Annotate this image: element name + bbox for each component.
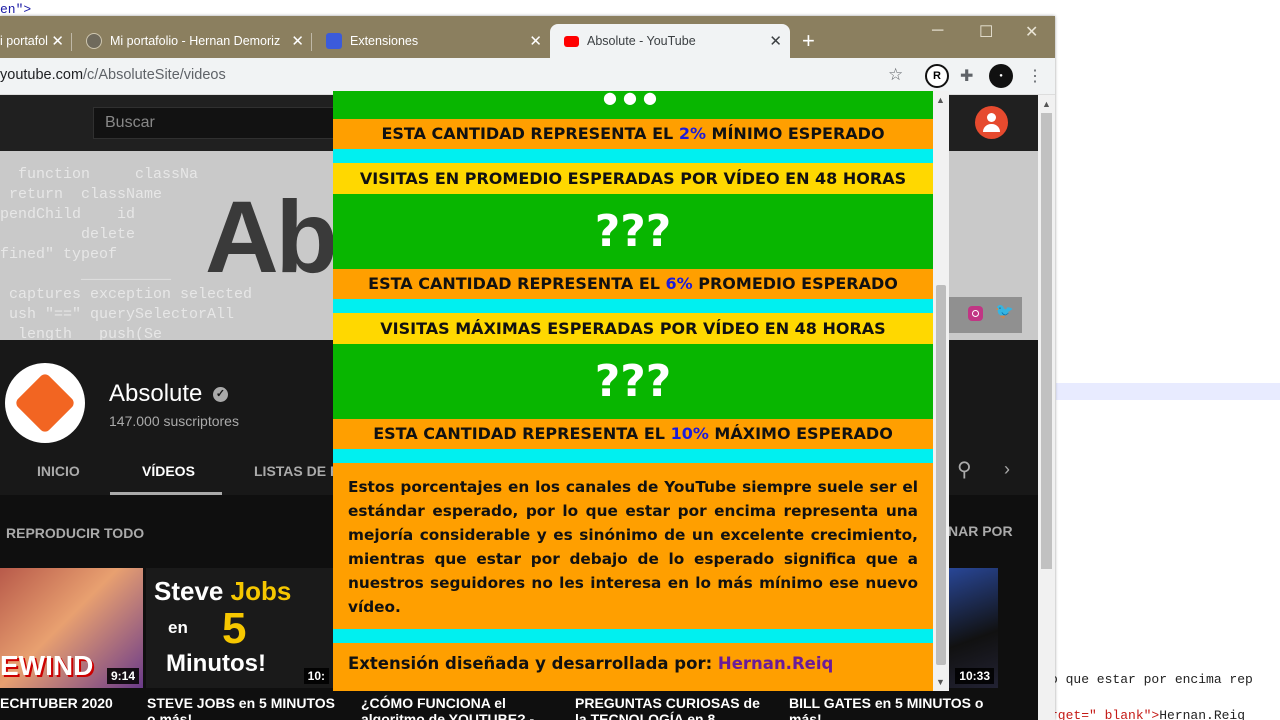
close-tab-icon[interactable]: ✕ bbox=[529, 32, 542, 50]
puzzle-icon bbox=[326, 33, 342, 49]
play-all-button[interactable]: REPRODUCIR TODO bbox=[6, 525, 144, 541]
url-path: /c/AbsoluteSite/videos bbox=[83, 67, 226, 83]
video-duration: 10: bbox=[303, 668, 329, 684]
scroll-up-icon[interactable]: ▲ bbox=[1042, 99, 1051, 109]
min-percent-row: ESTA CANTIDAD REPRESENTA EL 2% MÍNIMO ES… bbox=[333, 119, 933, 149]
chevron-right-icon[interactable]: › bbox=[1004, 459, 1010, 480]
channel-search-icon[interactable]: ⚲ bbox=[957, 457, 972, 482]
divider bbox=[333, 629, 933, 643]
tab-inicio[interactable]: INICIO bbox=[37, 463, 80, 479]
video-duration: 9:14 bbox=[106, 668, 139, 684]
profile-avatar-icon[interactable]: ● bbox=[989, 64, 1013, 88]
thumbnail-text: EWIND bbox=[0, 650, 94, 681]
close-window-icon[interactable]: ✕ bbox=[1025, 22, 1038, 42]
code-text: Hernan.Reiq bbox=[1159, 708, 1246, 720]
video-title[interactable]: ¿CÓMO FUNCIONA el algoritmo de YOUTUBE? … bbox=[361, 695, 551, 720]
sort-by-button[interactable]: NAR POR bbox=[948, 523, 1013, 539]
popup-dots: ●●● bbox=[333, 91, 933, 119]
search-input[interactable]: Buscar bbox=[93, 107, 338, 139]
instagram-icon[interactable] bbox=[968, 306, 983, 321]
subscriber-count: 147.000 suscriptores bbox=[109, 413, 239, 429]
user-avatar-icon[interactable] bbox=[975, 106, 1008, 139]
min-percent-value: 2% bbox=[678, 124, 706, 143]
url-field[interactable]: youtube.com/c/AbsoluteSite/videos bbox=[0, 67, 226, 83]
video-duration: 10:33 bbox=[955, 668, 994, 684]
thumbnail-text: Steve Jobs bbox=[154, 576, 292, 606]
extension-popup: ●●● ESTA CANTIDAD REPRESENTA EL 2% MÍNIM… bbox=[333, 91, 933, 691]
max-percent-value: 10% bbox=[670, 424, 709, 443]
new-tab-button[interactable]: + bbox=[802, 28, 815, 54]
browser-tab[interactable]: i portafol ✕ bbox=[0, 24, 72, 58]
video-title[interactable]: BILL GATES en 5 MINUTOS o más! bbox=[789, 695, 989, 720]
url-domain: youtube.com bbox=[0, 67, 84, 83]
verified-check-icon: ✓ bbox=[213, 387, 228, 402]
thumbnail-text: Minutos! bbox=[166, 650, 266, 677]
tab-title: Absolute - YouTube bbox=[587, 34, 696, 48]
code-attr: rget=" blank"> bbox=[1050, 708, 1160, 720]
max-percent-row: ESTA CANTIDAD REPRESENTA EL 10% MÁXIMO E… bbox=[333, 419, 933, 449]
code-line: o que estar por encima rep bbox=[1050, 672, 1253, 687]
browser-tab[interactable]: Extensiones ✕ bbox=[312, 24, 550, 58]
tab-title: Mi portafolio - Hernan Demoriz bbox=[110, 34, 281, 48]
divider bbox=[333, 449, 933, 463]
browser-tab-active[interactable]: Absolute - YouTube ✕ bbox=[550, 24, 790, 58]
close-tab-icon[interactable]: ✕ bbox=[291, 32, 304, 50]
explanation-paragraph: Estos porcentajes en los canales de YouT… bbox=[333, 463, 933, 629]
video-thumbnail[interactable]: Steve Jobs en 5 Minutos! 10: bbox=[146, 568, 333, 688]
scrollbar-thumb[interactable] bbox=[936, 285, 946, 665]
thumbnail-text: 5 bbox=[222, 604, 247, 653]
tab-playlists[interactable]: LISTAS DE R bbox=[254, 463, 340, 479]
video-thumbnail[interactable]: EWIND 9:14 bbox=[0, 568, 143, 688]
popup-scrollbar[interactable]: ▲ ▼ bbox=[933, 91, 949, 691]
video-title[interactable]: PREGUNTAS CURIOSAS de la TECNOLOGÍA en 8… bbox=[575, 695, 775, 720]
scrollbar-thumb[interactable] bbox=[1041, 113, 1052, 569]
author-link[interactable]: Hernan.Reiq bbox=[718, 654, 833, 673]
max-views-header: VISITAS MÁXIMAS ESPERADAS POR VÍDEO EN 4… bbox=[333, 313, 933, 344]
scroll-up-icon[interactable]: ▲ bbox=[936, 95, 945, 105]
avg-views-header: VISITAS EN PROMEDIO ESPERADAS POR VÍDEO … bbox=[333, 163, 933, 194]
scroll-down-icon[interactable]: ▼ bbox=[936, 677, 945, 687]
tab-title: Extensiones bbox=[350, 34, 419, 48]
divider bbox=[333, 149, 933, 163]
youtube-icon bbox=[564, 35, 579, 47]
globe-icon bbox=[86, 33, 102, 49]
minimize-icon[interactable]: ─ bbox=[932, 22, 943, 40]
popup-footer: Extensión diseñada y desarrollada por: H… bbox=[333, 643, 933, 687]
tab-strip: i portafol ✕ Mi portafolio - Hernan Demo… bbox=[0, 16, 1055, 58]
thumbnail-text: en bbox=[168, 618, 188, 637]
divider bbox=[333, 299, 933, 313]
code-highlight-line bbox=[1056, 383, 1280, 400]
close-tab-icon[interactable]: ✕ bbox=[51, 32, 64, 50]
tab-title: i portafol bbox=[0, 34, 48, 48]
max-views-value: ??? bbox=[333, 344, 933, 419]
address-bar: youtube.com/c/AbsoluteSite/videos ☆ R ✚ … bbox=[0, 58, 1055, 95]
extensions-puzzle-icon[interactable]: ✚ bbox=[960, 66, 973, 86]
maximize-icon[interactable]: ☐ bbox=[979, 22, 993, 42]
page-scrollbar[interactable]: ▲ bbox=[1038, 95, 1055, 720]
avg-percent-row: ESTA CANTIDAD REPRESENTA EL 6% PROMEDIO … bbox=[333, 269, 933, 299]
close-tab-icon[interactable]: ✕ bbox=[769, 32, 782, 50]
extension-r-icon[interactable]: R bbox=[925, 64, 949, 88]
search-placeholder: Buscar bbox=[105, 114, 155, 131]
bookmark-star-icon[interactable]: ☆ bbox=[888, 65, 903, 85]
code-line: rget=" blank">Hernan.Reiq bbox=[1050, 708, 1245, 720]
twitter-icon[interactable]: 🐦 bbox=[995, 302, 1014, 320]
channel-avatar[interactable] bbox=[5, 363, 85, 443]
banner-logo-text: Ab bbox=[205, 180, 338, 294]
menu-kebab-icon[interactable]: ⋮ bbox=[1027, 66, 1043, 86]
browser-tab[interactable]: Mi portafolio - Hernan Demoriz ✕ bbox=[72, 24, 312, 58]
channel-name[interactable]: Absolute bbox=[109, 380, 202, 408]
video-title[interactable]: STEVE JOBS en 5 MINUTOS o más! bbox=[147, 695, 337, 720]
avg-percent-value: 6% bbox=[665, 274, 693, 293]
avg-views-value: ??? bbox=[333, 194, 933, 269]
code-fragment-top: en"> bbox=[0, 2, 32, 17]
tab-videos[interactable]: VÍDEOS bbox=[142, 463, 195, 479]
